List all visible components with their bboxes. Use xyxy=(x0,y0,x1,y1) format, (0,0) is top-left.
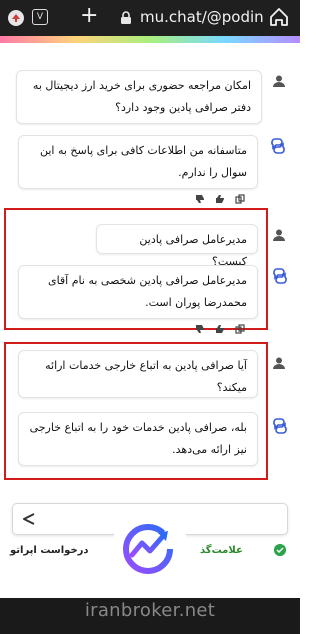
thumbs-down-icon[interactable] xyxy=(195,324,205,334)
message-bubble-bot: بله، صرافی پادین خدمات خود را به اتباع خ… xyxy=(18,412,258,466)
home-icon[interactable] xyxy=(268,6,290,28)
browser-home-icon[interactable] xyxy=(8,10,24,26)
message-text: امکان مراجعه حضوری برای خرید ارز دیجیتال… xyxy=(32,79,251,114)
reaction-bar xyxy=(195,324,245,334)
bot-avatar-icon xyxy=(271,138,285,154)
tab-count-badge[interactable]: V xyxy=(32,9,48,25)
message-bubble-user: مدیرعامل صرافی پادین کیست؟ xyxy=(96,224,258,268)
thumbs-down-icon[interactable] xyxy=(195,194,205,204)
reaction-bar xyxy=(195,194,245,204)
lock-icon xyxy=(121,11,131,24)
watermark-text: iranbroker.net xyxy=(84,600,216,621)
copy-icon[interactable] xyxy=(235,194,245,204)
trend-chart-icon xyxy=(123,524,173,574)
message-bubble-user: امکان مراجعه حضوری برای خرید ارز دیجیتال… xyxy=(16,70,262,124)
user-avatar-icon xyxy=(273,75,285,87)
message-bubble-user: آیا صرافی پادین به اتباع خارجی خدمات ارا… xyxy=(18,350,258,398)
bookmark-button[interactable]: علامت‌گذ xyxy=(200,545,243,556)
send-icon[interactable] xyxy=(22,513,36,525)
bot-avatar-icon xyxy=(273,418,287,434)
request-operator-button[interactable]: درخواست اپراتو xyxy=(10,545,89,556)
new-tab-icon[interactable]: + xyxy=(80,4,98,28)
copy-icon[interactable] xyxy=(235,324,245,334)
message-bubble-bot: مدیرعامل صرافی پادین شخصی به نام آقای مح… xyxy=(18,265,258,319)
bot-avatar-icon xyxy=(273,268,287,284)
address-bar-url[interactable]: mu.chat/@podin xyxy=(140,7,264,27)
message-text: آیا صرافی پادین به اتباع خارجی خدمات ارا… xyxy=(45,359,247,394)
message-bubble-bot: متاسفانه من اطلاعات کافی برای پاسخ به ای… xyxy=(18,135,258,189)
user-avatar-icon xyxy=(273,229,285,241)
message-text: بله، صرافی پادین خدمات خود را به اتباع خ… xyxy=(29,421,247,456)
page-progress-bar xyxy=(0,36,300,43)
watermark-logo xyxy=(112,509,188,585)
message-text: متاسفانه من اطلاعات کافی برای پاسخ به ای… xyxy=(39,144,247,179)
thumbs-up-icon[interactable] xyxy=(215,324,225,334)
message-text: مدیرعامل صرافی پادین شخصی به نام آقای مح… xyxy=(47,274,247,309)
check-icon xyxy=(274,544,286,556)
thumbs-up-icon[interactable] xyxy=(215,194,225,204)
user-avatar-icon xyxy=(273,357,285,369)
